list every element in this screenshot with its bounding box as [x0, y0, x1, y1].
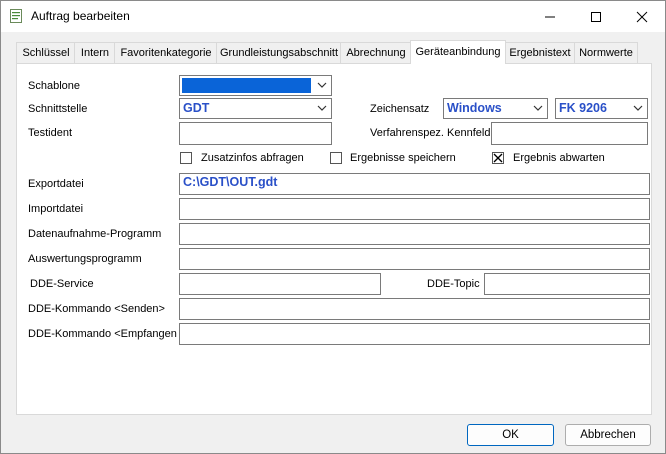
auswertung-field[interactable]	[179, 248, 650, 270]
checkmark-x-icon	[493, 153, 503, 163]
cancel-button[interactable]: Abbrechen	[565, 424, 651, 446]
chevron-down-icon	[317, 105, 327, 111]
dde-empfangen-label: DDE-Kommando <Empfangen	[28, 328, 177, 340]
exportdatei-field[interactable]: C:\GDT\OUT.gdt	[179, 173, 650, 195]
ergebnis-abwarten-label: Ergebnis abwarten	[513, 152, 605, 164]
dde-empfangen-field[interactable]	[179, 323, 650, 345]
title-bar: Auftrag bearbeiten	[1, 1, 665, 32]
fk-value: FK 9206	[559, 101, 607, 115]
datenaufnahme-label: Datenaufnahme-Programm	[28, 228, 162, 240]
chevron-down-icon	[317, 82, 327, 88]
minimize-button[interactable]	[527, 1, 573, 32]
dde-service-field[interactable]	[179, 273, 381, 295]
tab-grundleistungsabschnitt[interactable]: Grundleistungsabschnitt	[216, 42, 342, 63]
maximize-icon	[591, 11, 601, 22]
tab-intern[interactable]: Intern	[74, 42, 116, 63]
auswertung-label: Auswertungsprogramm	[28, 253, 142, 265]
form-icon	[10, 9, 22, 23]
dde-senden-field[interactable]	[179, 298, 650, 320]
close-button[interactable]	[619, 1, 665, 32]
minimize-icon	[545, 16, 555, 17]
zusatzinfos-label: Zusatzinfos abfragen	[201, 152, 304, 164]
close-icon	[636, 11, 648, 22]
kennfeld-field[interactable]	[491, 122, 648, 145]
chevron-down-icon	[533, 105, 543, 111]
tab-favoritenkategorie[interactable]: Favoritenkategorie	[114, 42, 218, 63]
schnittstelle-label: Schnittstelle	[28, 103, 88, 115]
dde-topic-field[interactable]	[484, 273, 650, 295]
importdatei-field[interactable]	[179, 198, 650, 220]
zusatzinfos-checkbox[interactable]	[180, 152, 192, 164]
tab-geraeteanbindung[interactable]: Geräteanbindung	[410, 40, 506, 64]
schnittstelle-value: GDT	[183, 101, 210, 115]
tab-abrechnung[interactable]: Abrechnung	[340, 42, 412, 63]
testident-label: Testident	[28, 127, 73, 139]
schablone-selection	[182, 78, 311, 93]
dde-service-label: DDE-Service	[30, 278, 94, 290]
zeichensatz-label: Zeichensatz	[370, 103, 430, 115]
ergebnisse-speichern-checkbox[interactable]	[330, 152, 342, 164]
schnittstelle-combo[interactable]: GDT	[179, 98, 332, 119]
tab-normwerte[interactable]: Normwerte	[574, 42, 638, 63]
dde-topic-label: DDE-Topic	[427, 278, 480, 290]
fk-combo[interactable]: FK 9206	[555, 98, 648, 119]
zeichensatz-value: Windows	[447, 101, 502, 115]
tab-schluessel[interactable]: Schlüssel	[16, 42, 76, 63]
window-title: Auftrag bearbeiten	[31, 9, 130, 23]
tab-ergebnistext[interactable]: Ergebnistext	[504, 42, 576, 63]
testident-field[interactable]	[179, 122, 332, 145]
datenaufnahme-field[interactable]	[179, 223, 650, 245]
ergebnis-abwarten-checkbox[interactable]	[492, 152, 504, 164]
tab-panel-geraeteanbindung: Schablone Schnittstelle GDT Zeichensatz …	[16, 63, 652, 415]
ok-button[interactable]: OK	[467, 424, 554, 446]
ergebnisse-speichern-label: Ergebnisse speichern	[350, 152, 456, 164]
exportdatei-value: C:\GDT\OUT.gdt	[183, 175, 278, 189]
maximize-button[interactable]	[573, 1, 619, 32]
dialog-window: Auftrag bearbeiten Schlüssel Intern Favo…	[0, 0, 666, 454]
schablone-label: Schablone	[28, 80, 80, 92]
chevron-down-icon	[633, 105, 643, 111]
kennfeld-label: Verfahrenspez. Kennfeld	[370, 127, 491, 139]
exportdatei-label: Exportdatei	[28, 178, 84, 190]
zeichensatz-combo[interactable]: Windows	[443, 98, 548, 119]
dde-senden-label: DDE-Kommando <Senden>	[28, 303, 165, 315]
schablone-combo[interactable]	[179, 75, 332, 96]
importdatei-label: Importdatei	[28, 203, 84, 215]
